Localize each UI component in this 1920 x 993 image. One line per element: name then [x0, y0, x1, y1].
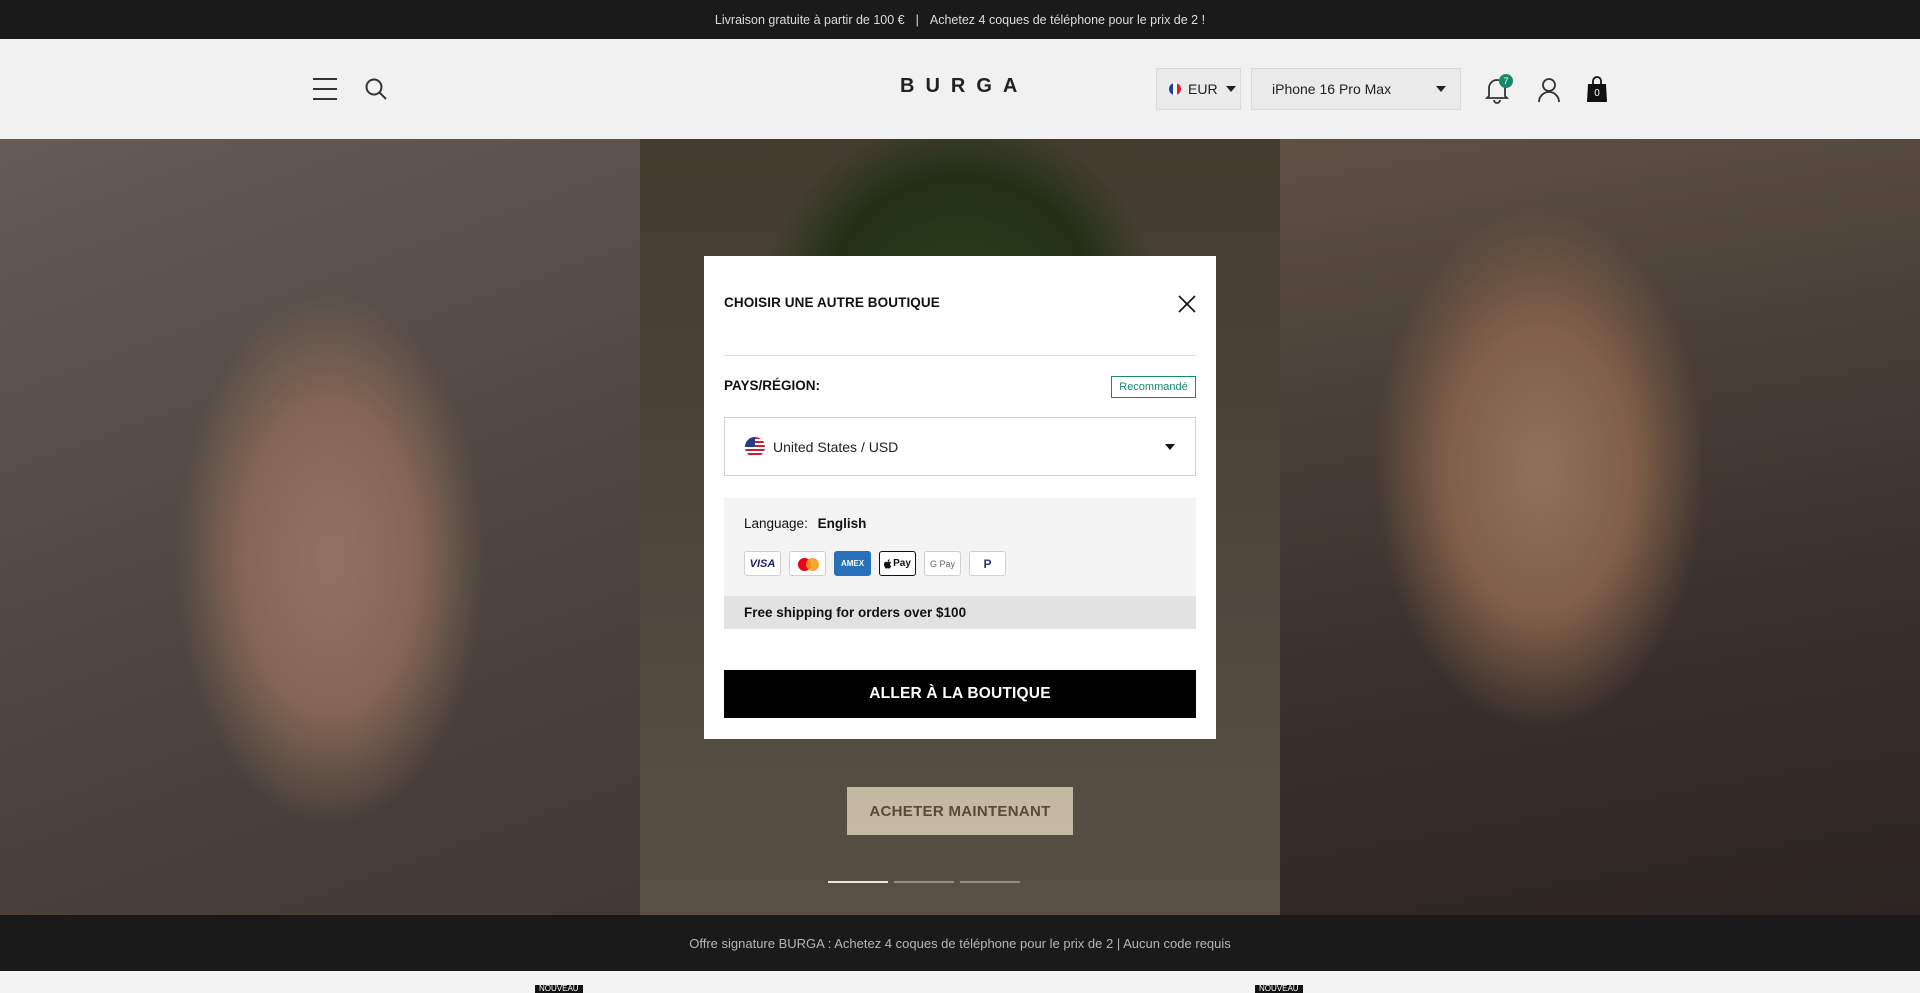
notification-badge: 7 — [1499, 74, 1513, 88]
site-header: BURGA EUR iPhone 16 Pro Max 7 0 — [0, 39, 1920, 139]
menu-icon[interactable] — [312, 78, 338, 100]
chevron-down-icon — [1165, 443, 1175, 450]
store-selector-modal: CHOISIR UNE AUTRE BOUTIQUE PAYS/RÉGION: … — [704, 256, 1216, 739]
chevron-down-icon — [1436, 86, 1446, 92]
store-info-box: Language: English VISA AMEX Pay G Pay P … — [724, 498, 1196, 629]
new-badge: NOUVEAU — [535, 985, 583, 993]
go-to-store-button[interactable]: ALLER À LA BOUTIQUE — [724, 670, 1196, 718]
announcement-separator: | — [915, 12, 919, 27]
currency-selector[interactable]: EUR — [1156, 68, 1241, 110]
phone-model-select[interactable]: iPhone 16 Pro Max — [1251, 68, 1461, 110]
chevron-down-icon — [1225, 86, 1236, 92]
cart-count: 0 — [1594, 88, 1600, 99]
amex-icon: AMEX — [834, 551, 871, 576]
slider-dot[interactable] — [960, 881, 1020, 883]
slider-pagination — [828, 881, 1020, 884]
apple-pay-icon: Pay — [879, 551, 916, 576]
product-grid-preview: NOUVEAU NOUVEAU — [0, 971, 1920, 993]
promo-text: Offre signature BURGA : Achetez 4 coques… — [689, 935, 1231, 951]
language-row: Language: English — [744, 516, 866, 531]
close-icon[interactable] — [1177, 294, 1197, 314]
shop-now-button[interactable]: ACHETER MAINTENANT — [847, 787, 1073, 835]
promo-bar: Offre signature BURGA : Achetez 4 coques… — [0, 915, 1920, 971]
slider-dot[interactable] — [894, 881, 954, 883]
recommended-badge: Recommandé — [1111, 376, 1196, 398]
mastercard-icon — [789, 551, 826, 576]
flag-usa-icon — [745, 436, 765, 457]
country-select-value: United States / USD — [773, 438, 899, 455]
search-icon[interactable] — [363, 76, 389, 102]
announcement-shipping: Livraison gratuite à partir de 100 € — [714, 12, 905, 27]
modal-divider — [724, 355, 1196, 356]
country-select[interactable]: United States / USD — [724, 417, 1196, 476]
phone-model-value: iPhone 16 Pro Max — [1272, 81, 1392, 97]
modal-title: CHOISIR UNE AUTRE BOUTIQUE — [724, 295, 940, 310]
shipping-note: Free shipping for orders over $100 — [724, 596, 1196, 629]
slider-dot[interactable] — [828, 881, 888, 883]
payment-methods: VISA AMEX Pay G Pay P — [744, 551, 1006, 576]
announcement-offer: Achetez 4 coques de téléphone pour le pr… — [929, 12, 1206, 27]
google-pay-icon: G Pay — [924, 551, 961, 576]
visa-icon: VISA — [744, 551, 781, 576]
language-label: Language: — [744, 516, 808, 531]
currency-value: EUR — [1188, 81, 1218, 97]
flag-france-icon — [1169, 83, 1181, 95]
brand-logo[interactable]: BURGA — [900, 75, 1020, 101]
account-icon[interactable] — [1536, 76, 1562, 104]
language-value: English — [817, 516, 867, 531]
announcement-bar: Livraison gratuite à partir de 100 € | A… — [0, 0, 1920, 39]
new-badge: NOUVEAU — [1255, 985, 1303, 993]
region-label: PAYS/RÉGION: — [724, 378, 821, 393]
paypal-icon: P — [969, 551, 1006, 576]
